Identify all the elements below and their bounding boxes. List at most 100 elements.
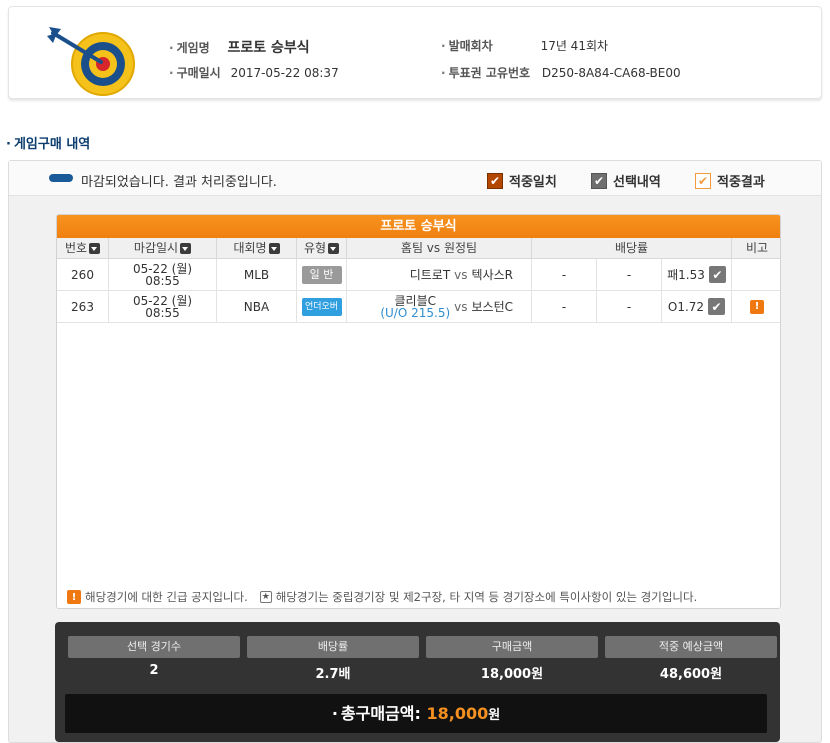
legend-label: 선택내역 <box>613 175 661 190</box>
status-text: 마감되었습니다. 결과 처리중입니다. <box>81 175 277 190</box>
sort-icon[interactable] <box>268 243 280 254</box>
purchase-amount: 18,000원 <box>480 667 544 682</box>
target-icon <box>47 27 135 96</box>
row-number: 260 <box>57 259 109 290</box>
game-table: 프로토 승부식 번호 마감일시 대회명 유형 홈팀 vs 원정팀 배당률 비고 … <box>56 214 781 609</box>
pick-value: O1.72 <box>667 299 705 314</box>
col-league[interactable]: 대회명 <box>217 238 297 259</box>
pick-value: 패1.53 <box>667 267 705 282</box>
check-icon: ✔ <box>695 172 711 189</box>
summary-header: 배당률 <box>247 636 419 658</box>
purchase-date-label: 구매일시 <box>169 66 221 80</box>
check-icon: ✔ <box>708 266 726 283</box>
total-amount: 18,000 <box>426 704 489 723</box>
purchase-date-value: 2017-05-22 08:37 <box>230 66 339 80</box>
row-type: 일 반 <box>297 259 347 290</box>
type-badge: 일 반 <box>301 265 342 284</box>
col-label: 유형 <box>303 241 327 255</box>
total-unit: 원 <box>488 708 501 723</box>
status-pill-icon <box>49 174 73 182</box>
col-label: 번호 <box>64 241 88 255</box>
home-team: 디트로T <box>409 267 451 282</box>
game-name-value: 프로토 승부식 <box>227 40 310 56</box>
row-deadline: 05-22 (월) 08:55 <box>109 259 217 290</box>
section-title: 게임구매 내역 <box>6 133 90 152</box>
total-label: 총구매금액: <box>340 704 421 723</box>
sort-icon[interactable] <box>180 243 192 254</box>
check-icon: ✔ <box>708 298 726 315</box>
vs-label: vs <box>454 267 468 282</box>
odd-win: - <box>532 291 597 322</box>
odd-draw: - <box>597 259 662 290</box>
legend-hit-result: ✔ 적중결과 <box>695 171 765 190</box>
col-deadline[interactable]: 마감일시 <box>109 238 217 259</box>
row-deadline: 05-22 (월) 08:55 <box>109 291 217 322</box>
row-type: 언더오버 <box>297 291 347 322</box>
purchase-summary: 선택 경기수 배당률 구매금액 적중 예상금액 2 2.7배 18,000원 4… <box>55 622 780 742</box>
urgent-note-text: 해당경기에 대한 긴급 공지입니다. <box>85 590 248 604</box>
game-name-label: 게임명 <box>169 41 210 55</box>
status-bar: 마감되었습니다. 결과 처리중입니다. ✔ 적중일치 ✔ 선택내역 ✔ 적중결과 <box>9 161 821 196</box>
purchase-date-field: 구매일시 2017-05-22 08:37 <box>169 64 339 81</box>
col-teams: 홈팀 vs 원정팀 <box>347 238 532 259</box>
row-league: NBA <box>217 291 297 322</box>
expected-payout: 48,600원 <box>659 667 723 682</box>
col-label: 홈팀 vs 원정팀 <box>400 241 478 255</box>
legend-label: 적중결과 <box>717 175 765 190</box>
type-badge: 언더오버 <box>301 297 342 316</box>
col-label: 대회명 <box>233 241 267 255</box>
row-note <box>732 259 780 290</box>
odd-pick: 패1.53 ✔ <box>662 259 732 290</box>
col-label: 배당률 <box>614 241 649 255</box>
ticket-id-field: 투표권 고유번호 D250-8A84-CA68-BE00 <box>441 64 681 81</box>
deadline-date: 05-22 (월) <box>132 261 193 276</box>
ticket-id-label: 투표권 고유번호 <box>441 66 530 80</box>
sort-icon[interactable] <box>328 243 340 254</box>
row-number: 263 <box>57 291 109 322</box>
deadline-date: 05-22 (월) <box>132 293 193 308</box>
col-label: 마감일시 <box>133 241 179 255</box>
summary-header: 선택 경기수 <box>68 636 240 658</box>
star-icon: ★ <box>259 591 272 603</box>
ticket-id-value: D250-8A84-CA68-BE00 <box>541 66 681 80</box>
total-odds: 2.7배 <box>315 667 351 682</box>
col-number[interactable]: 번호 <box>57 238 109 259</box>
table-row: 260 05-22 (월) 08:55 MLB 일 반 디트로T vs 텍사스R… <box>57 259 780 291</box>
row-teams: 클리블C (U/O 215.5) vs 보스턴C <box>347 291 532 322</box>
home-team: 클리블C <box>394 293 436 308</box>
odd-win: - <box>532 259 597 290</box>
table-footnote: ! 해당경기에 대한 긴급 공지입니다. ★ 해당경기는 중립경기장 및 제2구… <box>67 589 697 605</box>
odd-draw: - <box>597 291 662 322</box>
col-type[interactable]: 유형 <box>297 238 347 259</box>
vs-label: vs <box>454 299 468 314</box>
round-value: 17년 41회차 <box>540 39 609 53</box>
sort-icon[interactable] <box>89 243 101 254</box>
odd-pick: O1.72 ✔ <box>662 291 732 322</box>
row-note: ! <box>732 291 780 322</box>
deadline-time: 08:55 <box>145 305 180 320</box>
total-purchase: · 총구매금액: 18,000원 <box>65 694 767 733</box>
urgent-notice-icon[interactable]: ! <box>750 299 764 314</box>
away-team: 텍사스R <box>471 267 513 282</box>
check-icon: ✔ <box>487 172 503 189</box>
check-icon: ✔ <box>591 172 607 189</box>
col-label: 비고 <box>745 241 769 255</box>
handicap-label: (U/O 215.5) <box>380 305 451 320</box>
selected-games-count: 2 <box>149 663 159 678</box>
table-header: 번호 마감일시 대회명 유형 홈팀 vs 원정팀 배당률 비고 <box>57 238 780 259</box>
summary-header: 구매금액 <box>426 636 598 658</box>
legend-label: 적중일치 <box>509 175 557 190</box>
deadline-time: 08:55 <box>145 273 180 288</box>
row-league: MLB <box>217 259 297 290</box>
table-title: 프로토 승부식 <box>57 215 780 238</box>
star-note-text: 해당경기는 중립경기장 및 제2구장, 타 지역 등 경기장소에 특이사항이 있… <box>275 590 698 604</box>
home-team-block: 클리블C (U/O 215.5) <box>380 295 450 319</box>
row-teams: 디트로T vs 텍사스R <box>347 259 532 290</box>
away-team: 보스턴C <box>471 299 514 314</box>
legend-selection: ✔ 선택내역 <box>591 171 661 190</box>
col-note: 비고 <box>732 238 780 259</box>
summary-header: 적중 예상금액 <box>605 636 777 658</box>
legend-hit-match: ✔ 적중일치 <box>487 171 557 190</box>
game-name-field: 게임명 프로토 승부식 <box>169 37 310 57</box>
col-odds: 배당률 <box>532 238 732 259</box>
